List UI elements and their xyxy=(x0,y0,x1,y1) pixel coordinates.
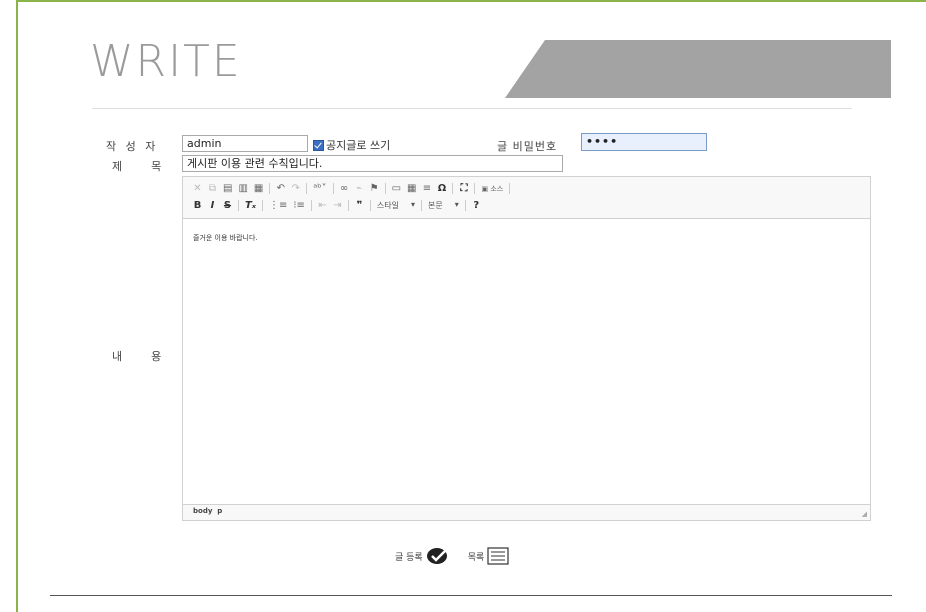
editor-status-bar: body p ◢ xyxy=(183,504,870,520)
editor-toolbar: ✕ ⧉ ▤ ▥ ▦ ↶ ↷ ᵃᵇ˅ ∞ ⌁ ⚑ ▭ ▦ ≡ Ω ⛶ ▣ 소스 B… xyxy=(183,177,870,219)
image-icon[interactable]: ▭ xyxy=(392,183,401,194)
paste-icon[interactable]: ▤ xyxy=(223,183,232,194)
help-icon[interactable]: ? xyxy=(472,200,481,211)
notice-checkbox-label: 공지글로 쓰기 xyxy=(326,139,391,152)
editor-content-area[interactable]: 즐거운 이용 바랍니다. xyxy=(183,219,870,504)
toolbar-separator xyxy=(238,200,239,211)
list-label: 목록 xyxy=(467,552,485,563)
author-label: 작 성 자 xyxy=(106,140,159,153)
toolbar-separator xyxy=(269,183,271,194)
cut-icon[interactable]: ✕ xyxy=(193,183,202,194)
numbered-list-icon[interactable]: ⋮≡ xyxy=(269,200,287,211)
list-button[interactable]: 목록 xyxy=(468,547,510,565)
maximize-icon[interactable]: ⛶ xyxy=(459,183,468,194)
toolbar-separator xyxy=(347,200,349,211)
toolbar-separator xyxy=(261,200,263,211)
element-path[interactable]: body p xyxy=(193,507,222,515)
hr-icon[interactable]: ≡ xyxy=(422,183,431,194)
password-label: 글 비밀번호 xyxy=(497,140,558,153)
paste-text-icon[interactable]: ▥ xyxy=(238,183,247,194)
page-title: WRITE xyxy=(90,36,242,87)
paste-word-icon[interactable]: ▦ xyxy=(254,183,263,194)
toolbar-separator xyxy=(306,183,308,194)
format-combo[interactable]: 본문 ▾ xyxy=(428,200,459,211)
toolbar-separator xyxy=(332,183,334,194)
redo-icon[interactable]: ↷ xyxy=(291,183,300,194)
password-field[interactable]: •••• xyxy=(581,133,707,151)
link-icon[interactable]: ∞ xyxy=(340,183,349,194)
submit-label: 글 등록 xyxy=(395,552,423,563)
blockquote-icon[interactable]: ❞ xyxy=(355,200,364,211)
source-label: 소스 xyxy=(490,184,504,193)
toolbar-separator xyxy=(384,183,386,194)
indent-icon[interactable]: ⇥ xyxy=(333,200,342,211)
bottom-divider xyxy=(50,595,892,596)
submit-button[interactable]: 글 등록 xyxy=(395,547,450,565)
content-label: 내 용 xyxy=(112,350,165,363)
subject-label: 제 목 xyxy=(112,160,165,173)
frame-top-border xyxy=(16,0,926,2)
frame-left-border xyxy=(16,0,18,612)
subject-field[interactable]: 게시판 이용 관련 수칙입니다. xyxy=(182,155,563,172)
toolbar-separator xyxy=(509,183,511,194)
source-button[interactable]: ▣ 소스 xyxy=(481,184,503,194)
copy-icon[interactable]: ⧉ xyxy=(208,183,217,194)
toolbar-row-1: ✕ ⧉ ▤ ▥ ▦ ↶ ↷ ᵃᵇ˅ ∞ ⌁ ⚑ ▭ ▦ ≡ Ω ⛶ ▣ 소스 xyxy=(193,180,860,197)
chevron-down-icon: ▾ xyxy=(454,200,459,209)
toolbar-separator xyxy=(464,200,466,211)
check-icon xyxy=(426,547,450,565)
list-icon xyxy=(487,547,509,565)
toolbar-separator xyxy=(474,183,476,194)
chevron-down-icon: ▾ xyxy=(411,200,416,209)
notice-checkbox-group[interactable]: 공지글로 쓰기 xyxy=(313,137,390,153)
outdent-icon[interactable]: ⇤ xyxy=(318,200,327,211)
title-divider xyxy=(92,108,852,109)
table-icon[interactable]: ▦ xyxy=(407,183,416,194)
remove-format-icon[interactable]: Tₓ xyxy=(245,200,256,211)
anchor-icon[interactable]: ⚑ xyxy=(370,183,379,194)
header-banner xyxy=(505,40,891,98)
toolbar-separator xyxy=(452,183,454,194)
editor-content-text: 즐거운 이용 바랍니다. xyxy=(193,234,258,242)
toolbar-separator xyxy=(310,200,312,211)
strike-icon[interactable]: S xyxy=(223,200,232,211)
special-char-icon[interactable]: Ω xyxy=(437,183,447,194)
bold-icon[interactable]: B xyxy=(193,200,202,211)
unlink-icon[interactable]: ⌁ xyxy=(355,183,364,194)
notice-checkbox[interactable] xyxy=(313,139,324,151)
spellcheck-icon[interactable]: ᵃᵇ˅ xyxy=(313,183,326,194)
rich-text-editor: ✕ ⧉ ▤ ▥ ▦ ↶ ↷ ᵃᵇ˅ ∞ ⌁ ⚑ ▭ ▦ ≡ Ω ⛶ ▣ 소스 B… xyxy=(182,176,871,521)
toolbar-separator xyxy=(369,200,371,211)
author-field[interactable]: admin xyxy=(182,135,308,152)
undo-icon[interactable]: ↶ xyxy=(276,183,285,194)
bulleted-list-icon[interactable]: ⁝≡ xyxy=(293,200,305,211)
style-combo-label: 스타일 xyxy=(376,201,399,210)
italic-icon[interactable]: I xyxy=(208,200,217,211)
style-combo[interactable]: 스타일 ▾ xyxy=(377,200,415,211)
format-combo-label: 본문 xyxy=(428,201,443,210)
toolbar-separator xyxy=(421,200,423,211)
form-actions: 글 등록 목록 xyxy=(395,547,509,565)
toolbar-row-2: B I S Tₓ ⋮≡ ⁝≡ ⇤ ⇥ ❞ 스타일 ▾ 본문 ▾ ? xyxy=(193,197,860,214)
resize-handle-icon[interactable]: ◢ xyxy=(862,510,867,518)
